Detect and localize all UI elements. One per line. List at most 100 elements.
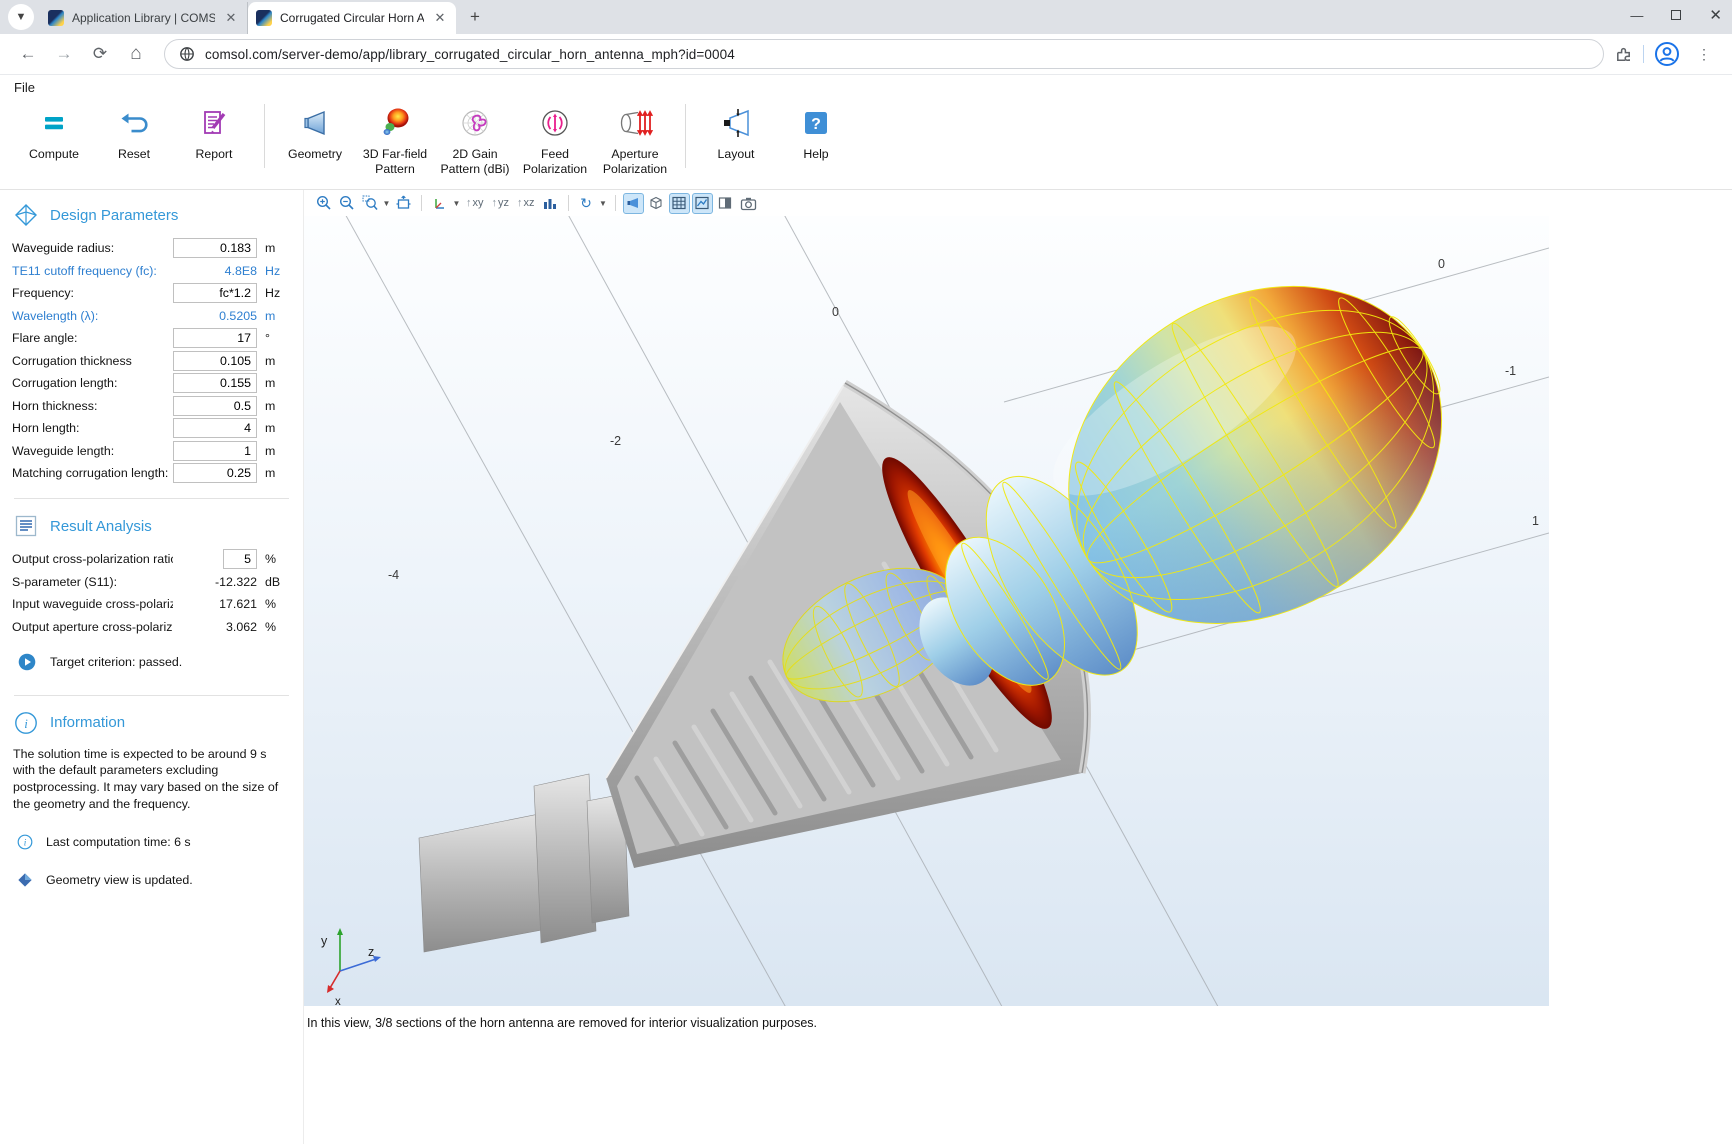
report-button[interactable]: Report <box>174 100 254 166</box>
design-parameters-icon <box>14 203 38 227</box>
result-analysis-header: Result Analysis <box>14 514 291 538</box>
graphics-toolbar: ▼ ▼ ↑ xy ↑ yz ↑ xz ↻ ▼ <box>304 190 1549 216</box>
view-dropdown-caret[interactable]: ▼ <box>452 199 461 208</box>
svg-text:z: z <box>368 945 374 959</box>
last-computation-text: Last computation time: 6 s <box>46 835 191 849</box>
toolbar-separator <box>421 195 422 211</box>
param-row: Corrugation thickness m <box>12 351 291 371</box>
s-parameter-value: -12.322 <box>173 575 257 589</box>
tab-close-icon[interactable]: ✕ <box>432 10 448 26</box>
browser-titlebar: ▼ Application Library | COMSOL S ✕ Corru… <box>0 0 1732 34</box>
zoom-extents-button[interactable] <box>393 193 414 214</box>
feed-polarization-button[interactable]: Feed Polarization <box>515 100 595 180</box>
report-icon <box>198 104 230 142</box>
reload-button[interactable]: ⟳ <box>85 39 115 69</box>
forward-button[interactable]: → <box>49 39 79 69</box>
view-xy-button[interactable]: ↑ xy <box>463 197 487 209</box>
help-button[interactable]: ? Help <box>776 100 856 166</box>
waveguide-length-input[interactable] <box>173 441 257 461</box>
browser-tab-application-library[interactable]: Application Library | COMSOL S ✕ <box>40 2 248 34</box>
compute-button[interactable]: Compute <box>14 100 94 166</box>
tab-title: Corrugated Circular Horn Anten <box>280 11 424 25</box>
param-row: Horn thickness: m <box>12 396 291 416</box>
grid-toggle[interactable] <box>669 193 690 214</box>
window-minimize-button[interactable]: — <box>1630 8 1643 23</box>
flare-angle-input[interactable] <box>173 328 257 348</box>
result-row: Input waveguide cross-polarization ratio… <box>12 594 291 614</box>
section-title: Result Analysis <box>50 518 152 535</box>
te11-cutoff-value: 4.8E8 <box>173 264 257 278</box>
cross-polarization-target-input[interactable] <box>223 549 257 569</box>
file-menu[interactable]: File <box>14 80 35 95</box>
3d-visualization: 0 -2 -4 0 -1 1 y z x <box>304 216 1549 1006</box>
extensions-icon[interactable] <box>1614 45 1633 64</box>
view-xz-button[interactable]: ↑ xz <box>514 197 538 209</box>
invert-background-toggle[interactable] <box>715 193 736 214</box>
scene-light-toggle[interactable] <box>623 193 644 214</box>
snapshot-camera-button[interactable] <box>738 193 759 214</box>
toolbar-separator <box>615 195 616 211</box>
zoom-dropdown-caret[interactable]: ▼ <box>382 199 391 208</box>
matching-corrugation-length-input[interactable] <box>173 463 257 483</box>
result-row: S-parameter (S11): -12.322 dB <box>12 572 291 592</box>
information-paragraph: The solution time is expected to be arou… <box>13 746 291 813</box>
divider <box>1643 45 1644 63</box>
svg-text:x: x <box>335 996 341 1006</box>
geometry-button[interactable]: Geometry <box>275 100 355 166</box>
section-title: Information <box>50 714 125 731</box>
frequency-input[interactable] <box>173 283 257 303</box>
svg-text:y: y <box>321 934 328 948</box>
up-arrow-icon: ↑ <box>466 197 472 209</box>
back-button[interactable]: ← <box>13 39 43 69</box>
svg-text:i: i <box>24 716 28 731</box>
default-3d-view-button[interactable] <box>540 193 561 214</box>
param-row: Wavelength (λ): 0.5205 m <box>12 306 291 326</box>
rotate-view-button[interactable]: ↻ <box>576 193 597 214</box>
zoom-out-button[interactable] <box>336 193 357 214</box>
2d-gain-pattern-button[interactable]: 2D Gain Pattern (dBi) <box>435 100 515 180</box>
section-divider <box>14 498 289 499</box>
information-header: i Information <box>14 711 291 735</box>
window-maximize-button[interactable] <box>1671 10 1681 20</box>
param-row: Flare angle: ° <box>12 328 291 348</box>
url-text: comsol.com/server-demo/app/library_corru… <box>205 47 735 62</box>
horn-thickness-input[interactable] <box>173 396 257 416</box>
svg-text:?: ? <box>811 116 821 133</box>
home-button[interactable]: ⌂ <box>121 39 151 69</box>
horn-length-input[interactable] <box>173 418 257 438</box>
waveguide-radius-input[interactable] <box>173 238 257 258</box>
graphics-canvas[interactable]: 0 -2 -4 0 -1 1 y z x <box>304 216 1549 1006</box>
layout-button[interactable]: Layout <box>696 100 776 166</box>
result-row: Output aperture cross-polarization ratio… <box>12 617 291 637</box>
feed-polarization-icon <box>538 104 572 142</box>
layout-icon <box>718 104 754 142</box>
play-icon <box>18 653 36 671</box>
aperture-polarization-button[interactable]: Aperture Polarization <box>595 100 675 180</box>
ribbon-separator <box>685 104 686 168</box>
window-close-button[interactable]: ✕ <box>1709 6 1722 24</box>
profile-avatar-icon[interactable] <box>1654 41 1680 67</box>
design-parameters-header: Design Parameters <box>14 203 291 227</box>
view-yz-button[interactable]: ↑ yz <box>489 197 513 209</box>
param-row: Corrugation length: m <box>12 373 291 393</box>
plot-settings-toggle[interactable] <box>692 193 713 214</box>
zoom-box-button[interactable] <box>359 193 380 214</box>
3d-farfield-pattern-button[interactable]: 3D Far-field Pattern <box>355 100 435 180</box>
tab-close-icon[interactable]: ✕ <box>223 10 239 26</box>
result-analysis-icon <box>14 514 38 538</box>
address-bar[interactable]: comsol.com/server-demo/app/library_corru… <box>164 39 1604 69</box>
corrugation-thickness-input[interactable] <box>173 351 257 371</box>
browser-tab-horn-antenna[interactable]: Corrugated Circular Horn Anten ✕ <box>248 2 456 34</box>
browser-menu-kebab-icon[interactable]: ⋮ <box>1689 39 1719 69</box>
site-globe-icon[interactable] <box>179 46 195 62</box>
corrugation-length-input[interactable] <box>173 373 257 393</box>
zoom-in-button[interactable] <box>313 193 334 214</box>
reset-button[interactable]: Reset <box>94 100 174 166</box>
go-to-view-button[interactable] <box>429 193 450 214</box>
transparency-toggle[interactable] <box>646 193 667 214</box>
rotate-dropdown-caret[interactable]: ▼ <box>599 199 608 208</box>
output-cross-polarization-value: 3.062 <box>173 620 257 634</box>
new-tab-button[interactable]: + <box>462 4 488 30</box>
view-caption: In this view, 3/8 sections of the horn a… <box>304 1006 1549 1030</box>
tab-list-chevron-button[interactable]: ▼ <box>8 4 34 30</box>
